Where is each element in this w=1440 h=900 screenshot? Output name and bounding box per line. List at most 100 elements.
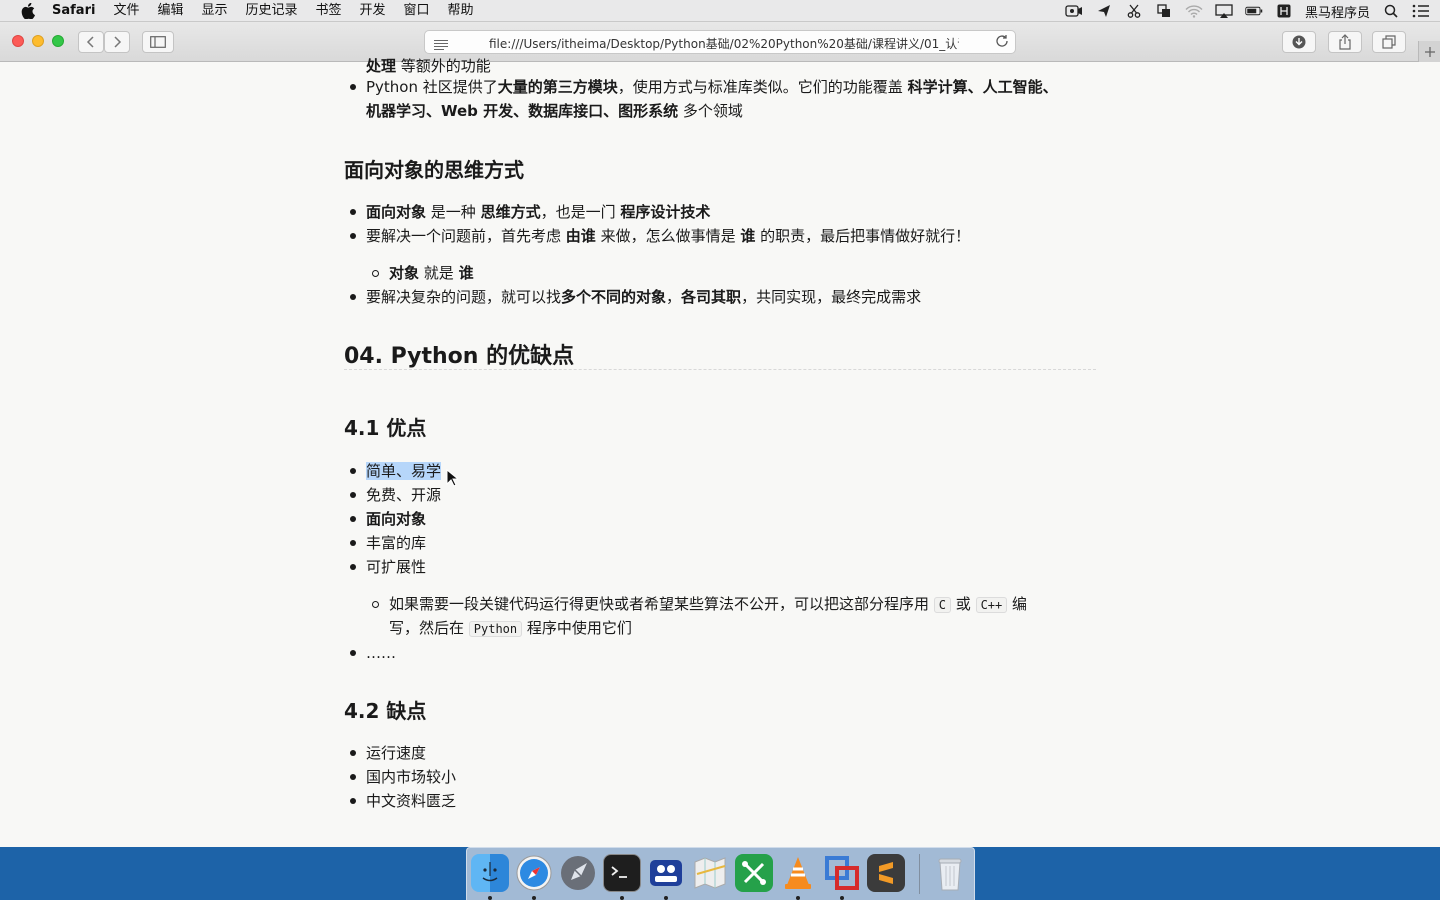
share-button[interactable] [1328,31,1362,53]
new-tab-button[interactable] [1418,41,1440,63]
tabs-icon [1382,35,1396,49]
menu-view[interactable]: 显示 [192,0,236,22]
list-bullet [350,540,356,546]
reload-icon[interactable] [995,34,1009,52]
sidebar-icon [150,36,166,48]
screenflow-icon[interactable] [647,854,685,892]
safari-window: file:///Users/itheima/Desktop/Python基础/0… [0,22,1440,847]
apple-menu-icon[interactable] [20,2,36,19]
reader-view-icon[interactable] [433,36,449,51]
menu-app-safari[interactable]: Safari [52,0,104,22]
window-switch-icon[interactable] [1155,4,1173,18]
sublist-item-continued: 写，然后在 Python 程序中使用它们 [389,619,632,637]
list-item: 国内市场较小 [366,768,457,786]
fullscreen-window-button[interactable] [52,35,64,47]
forward-button[interactable] [104,31,130,53]
running-indicator [488,896,492,900]
address-bar[interactable]: file:///Users/itheima/Desktop/Python基础/0… [424,30,1016,54]
list-bullet [350,774,356,780]
vmware-icon[interactable] [823,854,861,892]
menu-window[interactable]: 窗口 [395,0,439,22]
safari-app-icon[interactable] [515,854,553,892]
trash-icon[interactable] [931,854,969,892]
page-content: 处理 等额外的功能 Python 社区提供了大量的第三方模块，使用方式与标准库类… [0,57,1440,847]
share-icon [1339,34,1351,50]
finder-icon[interactable] [471,854,509,892]
list-item: 面向对象 是一种 思维方式，也是一门 程序设计技术 [366,203,711,221]
list-bullet [350,84,356,90]
send-icon[interactable] [1095,4,1113,18]
list-bullet [350,650,356,656]
screen-record-icon[interactable] [1065,4,1083,18]
code-inline: C++ [975,597,1008,613]
wifi-icon[interactable] [1185,4,1203,18]
sublist-item: 如果需要一段关键代码运行得更快或者希望某些算法不公开，可以把这部分程序用 C 或… [389,595,1028,613]
notification-center-icon[interactable] [1412,4,1430,18]
chevron-left-icon [86,36,94,48]
downloads-button[interactable] [1282,31,1316,53]
menu-file[interactable]: 文件 [104,0,148,22]
maps-icon[interactable] [691,854,729,892]
mouse-cursor-icon [446,469,458,487]
sidebar-toggle-button[interactable] [142,31,174,53]
menu-bookmarks[interactable]: 书签 [307,0,351,22]
tab-overview-button[interactable] [1372,31,1406,53]
list-item: 简单、易学 [366,459,442,483]
menu-bar: Safari 文件 编辑 显示 历史记录 书签 开发 窗口 帮助 黑马程序员 [0,0,1440,22]
code-inline: C [933,597,952,613]
dock-separator [919,854,920,894]
running-indicator [620,896,624,900]
list-bullet [350,798,356,804]
list-bullet [350,492,356,498]
list-item: 免费、开源 [366,486,442,504]
menu-develop[interactable]: 开发 [351,0,395,22]
launchpad-icon[interactable] [559,854,597,892]
vlc-icon[interactable] [779,854,817,892]
list-bullet [350,516,356,522]
list-bullet [350,750,356,756]
running-indicator [664,896,668,900]
battery-icon[interactable] [1245,4,1263,18]
cons-heading: 4.2 缺点 [344,699,427,723]
dock [466,847,975,900]
list-item: 要解决复杂的问题，就可以找多个不同的对象，各司其职，共同实现，最终完成需求 [366,288,922,306]
status-area: 黑马程序员 [1065,0,1430,22]
close-window-button[interactable] [12,35,24,47]
back-button[interactable] [78,31,104,53]
running-indicator [840,896,844,900]
input-method-icon[interactable] [1275,4,1293,18]
list-item: 要解决一个问题前，首先考虑 由谁 来做，怎么做事情是 谁 的职责，最后把事情做好… [366,227,971,245]
xmind-icon[interactable] [735,854,773,892]
list-item: 可扩展性 [366,558,427,576]
sublist-item: 对象 就是 谁 [389,264,474,282]
user-name[interactable]: 黑马程序员 [1305,2,1370,21]
airplay-icon[interactable] [1215,4,1233,18]
list-item: Python 社区提供了大量的第三方模块，使用方式与标准库类似。它们的功能覆盖 … [366,78,1058,96]
oop-heading: 面向对象的思维方式 [344,158,524,182]
pros-heading: 4.1 优点 [344,416,427,440]
download-icon [1292,35,1306,49]
section-heading: 04. Python 的优缺点 [344,344,575,369]
sublist-bullet [372,270,379,277]
list-bullet [350,209,356,215]
menu-help[interactable]: 帮助 [439,0,483,22]
list-item: 中文资料匮乏 [366,792,457,810]
list-item: …… [366,644,396,662]
list-bullet [350,294,356,300]
terminal-icon[interactable] [603,854,641,892]
running-indicator [532,896,536,900]
spotlight-search-icon[interactable] [1382,4,1400,18]
sublist-bullet [372,601,379,608]
scissors-icon[interactable] [1125,4,1143,18]
menu-history[interactable]: 历史记录 [236,0,306,22]
list-item-continued: 机器学习、Web 开发、数据库接口、图形系统 多个领域 [366,102,743,120]
menu-edit[interactable]: 编辑 [148,0,192,22]
sublime-text-icon[interactable] [867,854,905,892]
list-bullet [350,564,356,570]
running-indicator [796,896,800,900]
selected-text[interactable]: 简单、易学 [366,462,442,480]
list-item: 丰富的库 [366,534,427,552]
list-bullet [350,468,356,474]
minimize-window-button[interactable] [32,35,44,47]
url-text[interactable]: file:///Users/itheima/Desktop/Python基础/0… [489,35,959,52]
